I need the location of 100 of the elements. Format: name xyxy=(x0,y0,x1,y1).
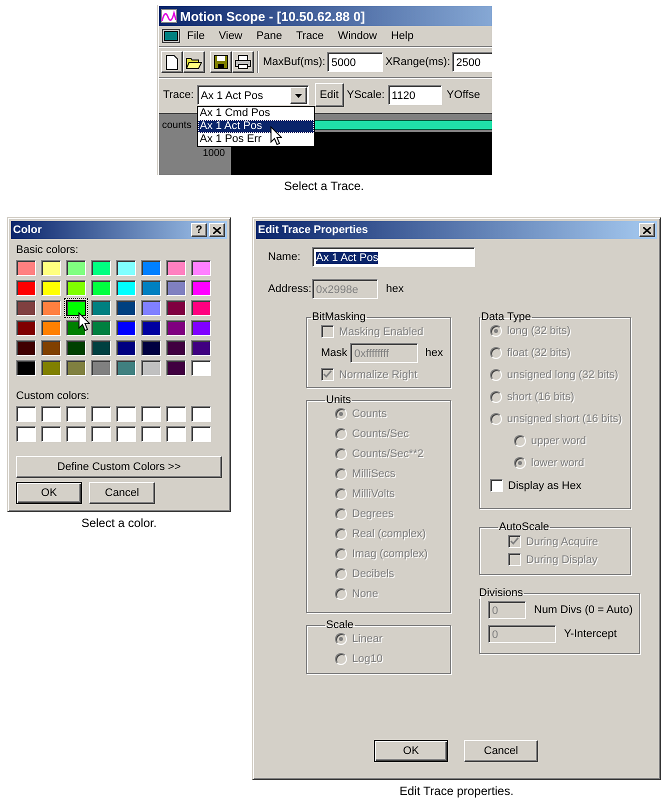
dropdown-option[interactable]: Ax 1 Pos Err xyxy=(198,133,314,146)
unit-label: hex xyxy=(425,347,444,359)
save-button[interactable] xyxy=(210,51,232,73)
color-swatch[interactable] xyxy=(66,300,86,316)
color-swatch[interactable] xyxy=(141,300,161,316)
color-swatch[interactable] xyxy=(116,260,136,276)
custom-color-swatch[interactable] xyxy=(191,406,211,422)
dropdown-option[interactable]: Ax 1 Cmd Pos xyxy=(198,107,314,120)
edit-button[interactable]: Edit xyxy=(314,83,344,107)
custom-color-swatch[interactable] xyxy=(116,426,136,442)
custom-color-swatch[interactable] xyxy=(91,426,111,442)
color-swatch[interactable] xyxy=(41,300,61,316)
color-swatch[interactable] xyxy=(166,300,186,316)
color-swatch[interactable] xyxy=(141,280,161,296)
color-swatch[interactable] xyxy=(166,340,186,356)
group-title: BitMasking xyxy=(311,311,367,323)
dialog-button[interactable]: Cancel xyxy=(89,482,155,504)
trace-dropdown[interactable]: Ax 1 Act Pos xyxy=(196,85,309,105)
dialog-button[interactable]: OK xyxy=(374,740,448,762)
color-swatch[interactable] xyxy=(116,360,136,376)
color-swatch[interactable] xyxy=(141,320,161,336)
custom-color-swatch[interactable] xyxy=(166,426,186,442)
custom-color-swatch[interactable] xyxy=(116,406,136,422)
color-swatch[interactable] xyxy=(166,280,186,296)
color-swatch[interactable] xyxy=(141,260,161,276)
color-swatch[interactable] xyxy=(16,340,36,356)
input-field[interactable]: 1120 xyxy=(388,85,442,105)
color-swatch[interactable] xyxy=(66,340,86,356)
color-swatch[interactable] xyxy=(16,360,36,376)
color-swatch[interactable] xyxy=(191,340,211,356)
help-button[interactable]: ? xyxy=(191,223,207,237)
color-swatch[interactable] xyxy=(91,280,111,296)
color-swatch[interactable] xyxy=(41,340,61,356)
field-label: Num Divs (0 = Auto) xyxy=(534,604,633,616)
input-field[interactable]: 2500 xyxy=(452,52,492,72)
print-button[interactable] xyxy=(232,51,254,73)
color-swatch[interactable] xyxy=(91,360,111,376)
dropdown-option[interactable]: Ax 1 Act Pos xyxy=(198,120,314,133)
custom-color-swatch[interactable] xyxy=(41,406,61,422)
close-button[interactable] xyxy=(209,223,225,237)
dialog-button[interactable]: OK xyxy=(16,482,82,504)
color-swatch[interactable] xyxy=(91,340,111,356)
dialog-button[interactable]: Cancel xyxy=(464,740,538,762)
color-swatch[interactable] xyxy=(191,300,211,316)
color-swatch[interactable] xyxy=(41,280,61,296)
custom-color-swatch[interactable] xyxy=(141,406,161,422)
monitor-icon[interactable] xyxy=(162,28,180,44)
color-swatch[interactable] xyxy=(16,300,36,316)
color-swatch[interactable] xyxy=(116,340,136,356)
define-colors-button[interactable]: Define Custom Colors >> xyxy=(16,456,222,478)
menu-item[interactable]: Pane xyxy=(249,30,290,42)
menu-item[interactable]: Window xyxy=(330,30,384,42)
close-button[interactable] xyxy=(639,223,655,237)
color-swatch[interactable] xyxy=(66,360,86,376)
document-icon xyxy=(166,54,178,70)
open-button[interactable] xyxy=(183,51,205,73)
color-swatch[interactable] xyxy=(166,320,186,336)
menu-item[interactable]: Help xyxy=(384,30,421,42)
new-file-button[interactable] xyxy=(161,51,183,73)
dropdown-button[interactable] xyxy=(290,87,307,104)
color-swatch[interactable] xyxy=(91,260,111,276)
menu-item[interactable]: View xyxy=(212,30,250,42)
custom-color-swatch[interactable] xyxy=(166,406,186,422)
color-swatch[interactable] xyxy=(166,360,186,376)
color-swatch[interactable] xyxy=(91,320,111,336)
color-swatch[interactable] xyxy=(141,360,161,376)
option-label: Counts xyxy=(352,408,387,420)
section-label: Custom colors: xyxy=(16,390,90,402)
color-swatch[interactable] xyxy=(116,300,136,316)
color-swatch[interactable] xyxy=(191,360,211,376)
custom-color-swatch[interactable] xyxy=(191,426,211,442)
color-swatch[interactable] xyxy=(41,360,61,376)
custom-color-swatch[interactable] xyxy=(91,406,111,422)
field-label: Y-Intercept xyxy=(564,628,617,640)
custom-color-swatch[interactable] xyxy=(16,426,36,442)
color-swatch[interactable] xyxy=(191,280,211,296)
custom-color-swatch[interactable] xyxy=(41,426,61,442)
color-swatch[interactable] xyxy=(191,260,211,276)
custom-color-swatch[interactable] xyxy=(66,426,86,442)
checkbox[interactable] xyxy=(490,479,503,492)
custom-color-swatch[interactable] xyxy=(16,406,36,422)
input-field[interactable]: 5000 xyxy=(327,52,384,72)
color-swatch[interactable] xyxy=(141,340,161,356)
color-swatch[interactable] xyxy=(116,320,136,336)
menu-item[interactable]: Trace xyxy=(289,30,331,42)
color-swatch[interactable] xyxy=(191,320,211,336)
custom-color-swatch[interactable] xyxy=(66,406,86,422)
color-swatch[interactable] xyxy=(66,280,86,296)
color-swatch[interactable] xyxy=(16,280,36,296)
color-swatch[interactable] xyxy=(41,320,61,336)
color-swatch[interactable] xyxy=(91,300,111,316)
color-swatch[interactable] xyxy=(66,260,86,276)
color-swatch[interactable] xyxy=(166,260,186,276)
menu-item[interactable]: File xyxy=(180,30,212,42)
color-swatch[interactable] xyxy=(16,260,36,276)
color-swatch[interactable] xyxy=(41,260,61,276)
custom-color-swatch[interactable] xyxy=(141,426,161,442)
color-swatch[interactable] xyxy=(16,320,36,336)
name-field[interactable]: Ax 1 Act Pos xyxy=(312,247,475,267)
color-swatch[interactable] xyxy=(116,280,136,296)
